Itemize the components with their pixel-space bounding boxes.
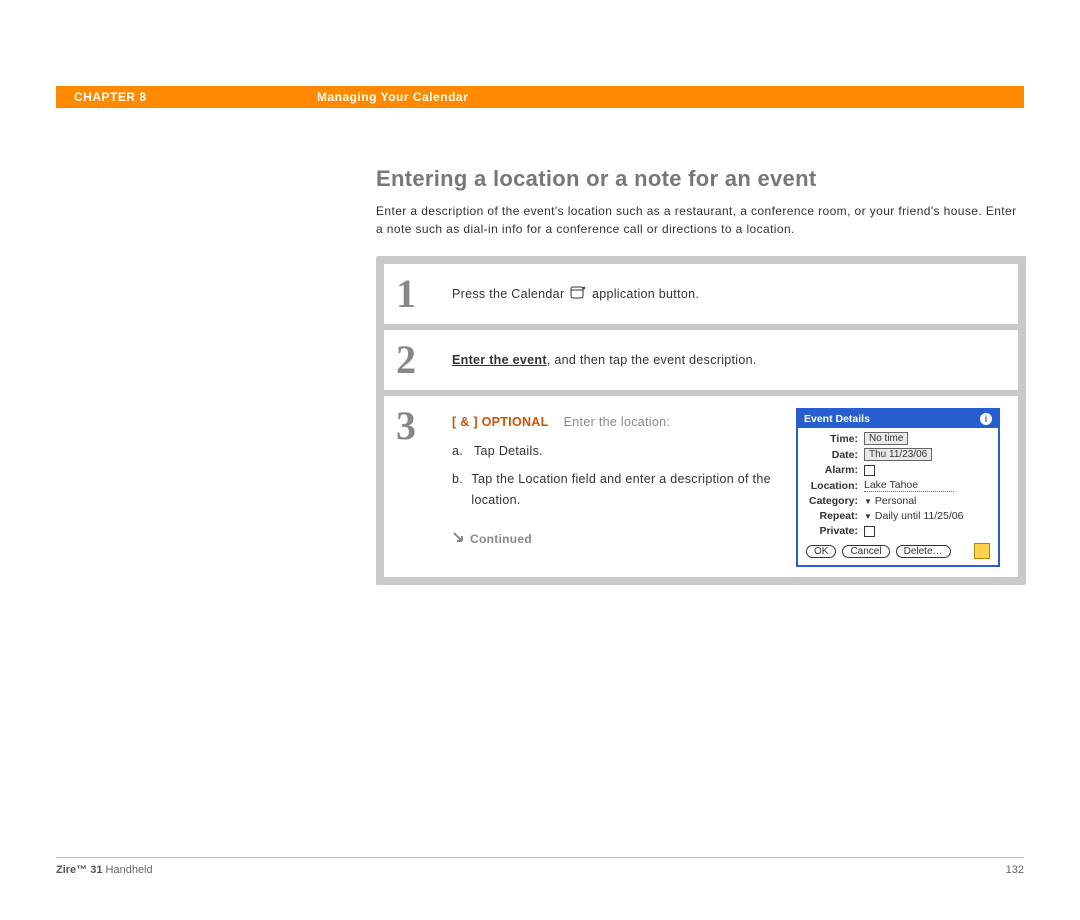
step-1-body: Press the Calendar application button. — [452, 274, 1000, 305]
category-label: Category: — [806, 495, 858, 507]
continued-arrow-icon — [452, 529, 464, 549]
page: CHAPTER 8 Managing Your Calendar Enterin… — [0, 86, 1080, 920]
substep-a-text: Tap Details. — [474, 441, 543, 462]
product-name: Zire™ 31 Handheld — [56, 864, 153, 876]
intro-text: Enter a description of the event's locat… — [376, 202, 1026, 238]
alarm-checkbox[interactable] — [864, 465, 875, 476]
repeat-dropdown[interactable]: ▼Daily until 11/25/06 — [864, 510, 990, 522]
row-alarm: Alarm: — [806, 464, 990, 476]
note-icon[interactable] — [974, 543, 990, 559]
step-2-number: 2 — [396, 340, 452, 380]
category-dropdown[interactable]: ▼Personal — [864, 495, 990, 507]
chevron-down-icon: ▼ — [864, 512, 872, 521]
chapter-label: CHAPTER 8 — [56, 90, 317, 104]
ok-button[interactable]: OK — [806, 545, 836, 558]
row-repeat: Repeat: ▼Daily until 11/25/06 — [806, 510, 990, 522]
chevron-down-icon: ▼ — [864, 497, 872, 506]
step-3-text: [ & ] OPTIONAL Enter the location: a.Tap… — [452, 406, 782, 567]
optional-label: [ & ] OPTIONAL — [452, 415, 549, 429]
calendar-icon — [570, 285, 586, 305]
date-value[interactable]: Thu 11/23/06 — [864, 448, 932, 461]
substep-b-text: Tap the Location field and enter a descr… — [471, 469, 782, 512]
dialog-title-text: Event Details — [804, 413, 870, 425]
private-label: Private: — [806, 525, 858, 537]
page-number: 132 — [1006, 864, 1024, 876]
location-field[interactable]: Lake Tahoe — [864, 479, 954, 492]
step-1-number: 1 — [396, 274, 452, 314]
delete-button[interactable]: Delete… — [896, 545, 951, 558]
time-value[interactable]: No time — [864, 432, 908, 445]
row-date: Date: Thu 11/23/06 — [806, 448, 990, 461]
private-checkbox[interactable] — [864, 526, 875, 537]
row-private: Private: — [806, 525, 990, 537]
dialog-titlebar: Event Details i — [798, 410, 998, 428]
header-title: Managing Your Calendar — [317, 90, 468, 104]
category-value: Personal — [875, 495, 916, 507]
page-heading: Entering a location or a note for an eve… — [376, 166, 1026, 192]
location-label: Location: — [806, 480, 858, 492]
continued-text: Continued — [470, 532, 532, 546]
step-3-lead: Enter the location: — [564, 415, 670, 429]
header-bar: CHAPTER 8 Managing Your Calendar — [56, 86, 1024, 108]
time-label: Time: — [806, 433, 858, 445]
step-1-post: application button. — [592, 287, 699, 301]
substep-a: a.Tap Details. — [452, 441, 782, 462]
substep-b: b.Tap the Location field and enter a des… — [452, 469, 782, 512]
substep-b-label: b. — [452, 469, 471, 512]
info-icon[interactable]: i — [980, 413, 992, 425]
step-2-rest: , and then tap the event description. — [547, 353, 757, 367]
steps-container: 1 Press the Calendar application button.… — [376, 256, 1026, 585]
row-location: Location: Lake Tahoe — [806, 479, 990, 492]
substep-a-label: a. — [452, 441, 474, 462]
page-footer: Zire™ 31 Handheld 132 — [56, 857, 1024, 876]
enter-event-link[interactable]: Enter the event — [452, 353, 547, 367]
date-label: Date: — [806, 449, 858, 461]
step-2-body: Enter the event, and then tap the event … — [452, 340, 1000, 370]
continued-label: Continued — [452, 529, 782, 549]
alarm-label: Alarm: — [806, 464, 858, 476]
step-3: 3 [ & ] OPTIONAL Enter the location: a.T… — [384, 396, 1018, 577]
event-details-dialog: Event Details i Time: No time Date: Thu … — [796, 408, 1000, 567]
row-category: Category: ▼Personal — [806, 495, 990, 507]
repeat-value: Daily until 11/25/06 — [875, 510, 964, 522]
step-2: 2 Enter the event, and then tap the even… — [384, 330, 1018, 390]
repeat-label: Repeat: — [806, 510, 858, 522]
step-1: 1 Press the Calendar application button. — [384, 264, 1018, 324]
main-content: Entering a location or a note for an eve… — [376, 166, 1026, 585]
dialog-buttons: OK Cancel Delete… — [806, 543, 990, 559]
row-time: Time: No time — [806, 432, 990, 445]
step-1-pre: Press the Calendar — [452, 287, 568, 301]
step-3-number: 3 — [396, 406, 452, 446]
cancel-button[interactable]: Cancel — [842, 545, 889, 558]
